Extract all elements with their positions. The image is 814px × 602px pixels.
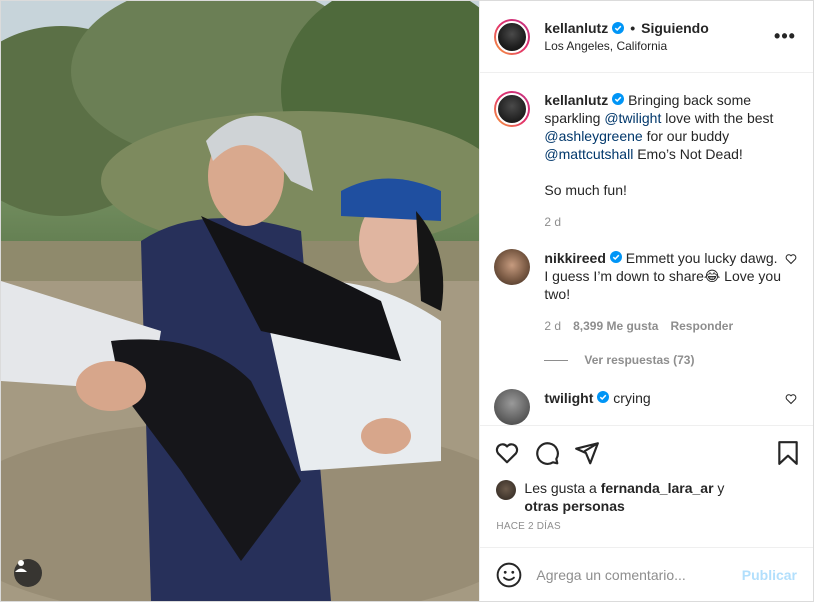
- post-sidebar: kellanlutz • Siguiendo Los Angeles, Cali…: [479, 1, 813, 601]
- other-likers-link[interactable]: otras personas: [524, 498, 624, 514]
- smiley-icon[interactable]: [496, 562, 522, 588]
- view-replies-label: Ver respuestas (73): [584, 353, 695, 367]
- verified-badge-icon: [612, 93, 625, 105]
- comment-button[interactable]: [534, 433, 574, 473]
- add-comment-bar: Publicar: [480, 547, 813, 601]
- replies-divider: [544, 359, 569, 361]
- caption-text: love with the best: [661, 110, 774, 126]
- comment-heart-icon[interactable]: [785, 393, 797, 405]
- view-replies-button[interactable]: Ver respuestas (73): [544, 353, 797, 367]
- liker-username[interactable]: fernanda_lara_ar: [601, 480, 714, 496]
- share-button[interactable]: [574, 433, 614, 473]
- comment-icon: [536, 441, 560, 465]
- caption-text: Emo’s Not Dead!: [633, 146, 743, 162]
- verified-badge-icon: [612, 22, 625, 34]
- caption-avatar[interactable]: [494, 91, 531, 127]
- verified-badge-icon: [597, 391, 610, 403]
- post-header: kellanlutz • Siguiendo Los Angeles, Cali…: [480, 1, 813, 73]
- like-button[interactable]: [494, 433, 534, 473]
- comment-time[interactable]: 2 d: [544, 317, 561, 335]
- mention-link[interactable]: @mattcutshall: [544, 146, 633, 162]
- save-button[interactable]: [761, 433, 801, 473]
- caption-time[interactable]: 2 d: [544, 213, 561, 231]
- comment-input[interactable]: [536, 566, 742, 583]
- bookmark-icon: [778, 440, 798, 465]
- comments-section: kellanlutz Bringing back some sparkling …: [480, 73, 813, 425]
- likes-summary: Les gusta a fernanda_lara_ar y otras per…: [480, 479, 813, 515]
- reply-button[interactable]: Responder: [670, 317, 733, 335]
- mention-link[interactable]: @ashleygreene: [544, 128, 642, 144]
- user-tag-icon: [15, 560, 27, 572]
- publish-button[interactable]: Publicar: [742, 567, 797, 583]
- comment-text: crying: [613, 390, 651, 406]
- commenter-username[interactable]: nikkireed: [544, 250, 605, 266]
- comment-heart-icon[interactable]: [785, 253, 797, 265]
- more-options-icon[interactable]: •••: [773, 25, 797, 49]
- post-timestamp[interactable]: HACE 2 DÍAS: [480, 515, 813, 547]
- heart-icon: [496, 442, 519, 463]
- caption-username[interactable]: kellanlutz: [544, 92, 608, 108]
- caption-text: for our buddy: [642, 128, 730, 144]
- liker-avatar[interactable]: [496, 480, 517, 500]
- author-username[interactable]: kellanlutz: [544, 20, 608, 36]
- likes-middle: y: [713, 480, 725, 496]
- commenter-avatar[interactable]: [494, 389, 531, 425]
- header-separator: •: [630, 20, 636, 36]
- comment-row: twilight crying: [494, 389, 797, 425]
- verified-badge-icon: [609, 251, 622, 263]
- author-avatar[interactable]: [494, 18, 531, 55]
- comment-row: nikkireed Emmett you lucky dawg. I guess…: [494, 249, 797, 335]
- instagram-post: kellanlutz • Siguiendo Los Angeles, Cali…: [0, 0, 814, 602]
- post-photo[interactable]: [1, 1, 480, 601]
- action-bar: [480, 425, 813, 479]
- caption-text: So much fun!: [544, 182, 627, 198]
- likes-prefix: Les gusta a: [524, 480, 601, 496]
- photo-illustration: [1, 1, 480, 601]
- post-location[interactable]: Los Angeles, California: [544, 39, 773, 53]
- user-tag-button[interactable]: [14, 559, 42, 587]
- commenter-avatar[interactable]: [494, 249, 531, 285]
- paper-plane-icon: [575, 441, 600, 464]
- comment-likes[interactable]: 8,399 Me gusta: [573, 317, 658, 335]
- caption: kellanlutz Bringing back some sparkling …: [494, 91, 797, 231]
- following-button[interactable]: Siguiendo: [641, 20, 709, 36]
- commenter-username[interactable]: twilight: [544, 390, 593, 406]
- mention-link[interactable]: @twilight: [604, 110, 661, 126]
